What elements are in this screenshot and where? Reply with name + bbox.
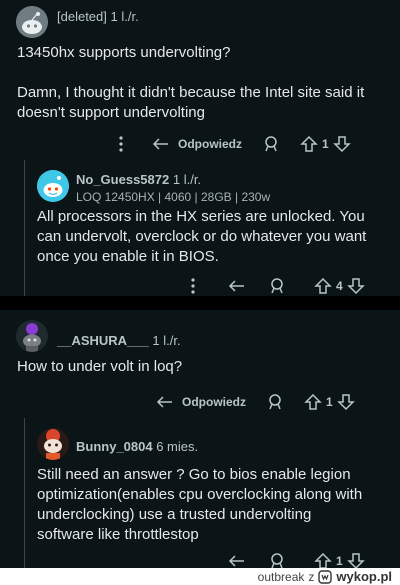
watermark-site: wykop.pl bbox=[336, 569, 392, 584]
snoo-avatar-icon bbox=[16, 320, 48, 352]
snoo-avatar-icon bbox=[37, 170, 69, 202]
award-button[interactable] bbox=[262, 135, 280, 153]
comment-age: 1 l./r. bbox=[110, 9, 139, 24]
comment-body: 13450hx supports undervolting? Damn, I t… bbox=[17, 43, 392, 123]
more-options-button[interactable] bbox=[188, 277, 198, 295]
vote-count: 4 bbox=[336, 279, 343, 293]
comment-thread-2: __ASHURA___ 1 l./r. How to under volt in… bbox=[0, 310, 400, 570]
comment-body: All processors in the HX series are unlo… bbox=[37, 207, 397, 267]
author-name[interactable]: No_Guess5872 bbox=[76, 172, 169, 187]
author-name[interactable]: [deleted] bbox=[57, 9, 107, 24]
comment-line: How to under volt in loq? bbox=[17, 358, 183, 375]
award-button[interactable] bbox=[268, 277, 286, 295]
reply-button[interactable]: Odpowiedz bbox=[152, 136, 242, 152]
vote-count: 1 bbox=[322, 137, 329, 151]
reply-button[interactable]: Odpowiedz bbox=[156, 394, 246, 410]
more-icon bbox=[119, 136, 123, 152]
reply-label: Odpowiedz bbox=[178, 137, 242, 151]
comment-header: __ASHURA___ 1 l./r. bbox=[57, 333, 181, 348]
comment-age: 1 l./r. bbox=[172, 172, 202, 187]
comment-header: No_Guess5872 1 l./r. bbox=[76, 172, 201, 187]
thread-separator bbox=[0, 296, 400, 310]
upvote-button[interactable] bbox=[314, 277, 332, 295]
watermark-bar: outbreak z wykop.pl bbox=[0, 568, 400, 585]
comment-blank-line bbox=[17, 63, 392, 83]
comment-body: How to under volt in loq? bbox=[17, 357, 392, 377]
reply-icon bbox=[228, 555, 244, 567]
upvote-button[interactable] bbox=[304, 393, 322, 411]
comment-actions: Odpowiedz 1 bbox=[156, 391, 355, 413]
comment-line: doesn't support undervolting bbox=[17, 104, 205, 121]
upvote-icon bbox=[300, 135, 318, 152]
watermark: outbreak z wykop.pl bbox=[258, 569, 392, 584]
upvote-icon bbox=[314, 277, 332, 294]
comment-line: All processors in the HX series are unlo… bbox=[37, 208, 365, 225]
watermark-via: z bbox=[308, 569, 315, 584]
comment-body: Still need an answer ? Go to bios enable… bbox=[37, 465, 397, 545]
comment-line: can undervolt, overclock or do whatever … bbox=[37, 228, 367, 245]
snoo-avatar-icon bbox=[37, 428, 69, 460]
comment-line: underclocking) use a trusted undervoltin… bbox=[37, 506, 312, 523]
vote-count: 1 bbox=[326, 395, 333, 409]
comment-line: software like throttlestop bbox=[37, 526, 199, 543]
comment-thread-1: [deleted] 1 l./r. 13450hx supports under… bbox=[0, 0, 400, 296]
user-avatar[interactable] bbox=[37, 428, 69, 460]
comment-line: Damn, I thought it didn't because the In… bbox=[17, 84, 365, 101]
deleted-user-avatar[interactable] bbox=[16, 6, 48, 38]
upvote-icon bbox=[304, 393, 322, 410]
comment-actions: 4 bbox=[188, 275, 365, 297]
comment-age: 1 l./r. bbox=[152, 333, 181, 348]
comment-line: Still need an answer ? Go to bios enable… bbox=[37, 466, 351, 483]
downvote-icon bbox=[336, 394, 355, 411]
wykop-logo-icon bbox=[318, 569, 333, 584]
author-name[interactable]: __ASHURA___ bbox=[57, 333, 149, 348]
reply-button[interactable] bbox=[228, 553, 246, 569]
thread-line[interactable] bbox=[24, 418, 25, 568]
downvote-icon bbox=[346, 278, 365, 295]
comment-line: optimization(enables cpu overclocking al… bbox=[37, 486, 363, 503]
comment-line: once you enable it in BIOS. bbox=[37, 248, 219, 265]
author-name[interactable]: Bunny_0804 bbox=[76, 439, 153, 454]
downvote-button[interactable] bbox=[336, 393, 355, 411]
watermark-user: outbreak bbox=[257, 569, 305, 584]
comment-age: 6 mies. bbox=[156, 439, 199, 454]
more-icon bbox=[191, 278, 195, 294]
downvote-button[interactable] bbox=[332, 135, 351, 153]
user-avatar[interactable] bbox=[16, 320, 48, 352]
more-options-button[interactable] bbox=[116, 135, 126, 153]
comment-header: [deleted] 1 l./r. bbox=[57, 9, 139, 24]
comment-actions: Odpowiedz 1 bbox=[116, 133, 351, 155]
award-button[interactable] bbox=[266, 393, 284, 411]
user-flair: LOQ 12450HX | 4060 | 28GB | 230w bbox=[76, 190, 271, 204]
user-avatar[interactable] bbox=[37, 170, 69, 202]
reply-label: Odpowiedz bbox=[182, 395, 246, 409]
thread-line[interactable] bbox=[24, 160, 25, 296]
downvote-button[interactable] bbox=[346, 277, 365, 295]
reply-button[interactable] bbox=[228, 278, 246, 294]
snoo-avatar-icon bbox=[16, 6, 48, 38]
award-icon bbox=[265, 136, 277, 152]
comment-header: Bunny_0804 6 mies. bbox=[76, 439, 198, 454]
upvote-button[interactable] bbox=[300, 135, 318, 153]
award-icon bbox=[271, 278, 283, 294]
downvote-icon bbox=[332, 136, 351, 153]
reply-icon bbox=[156, 396, 172, 408]
award-icon bbox=[269, 394, 281, 410]
reply-icon bbox=[152, 138, 168, 150]
reply-icon bbox=[228, 280, 244, 292]
comment-line: 13450hx supports undervolting? bbox=[17, 44, 231, 61]
vote-count: 1 bbox=[336, 554, 343, 568]
